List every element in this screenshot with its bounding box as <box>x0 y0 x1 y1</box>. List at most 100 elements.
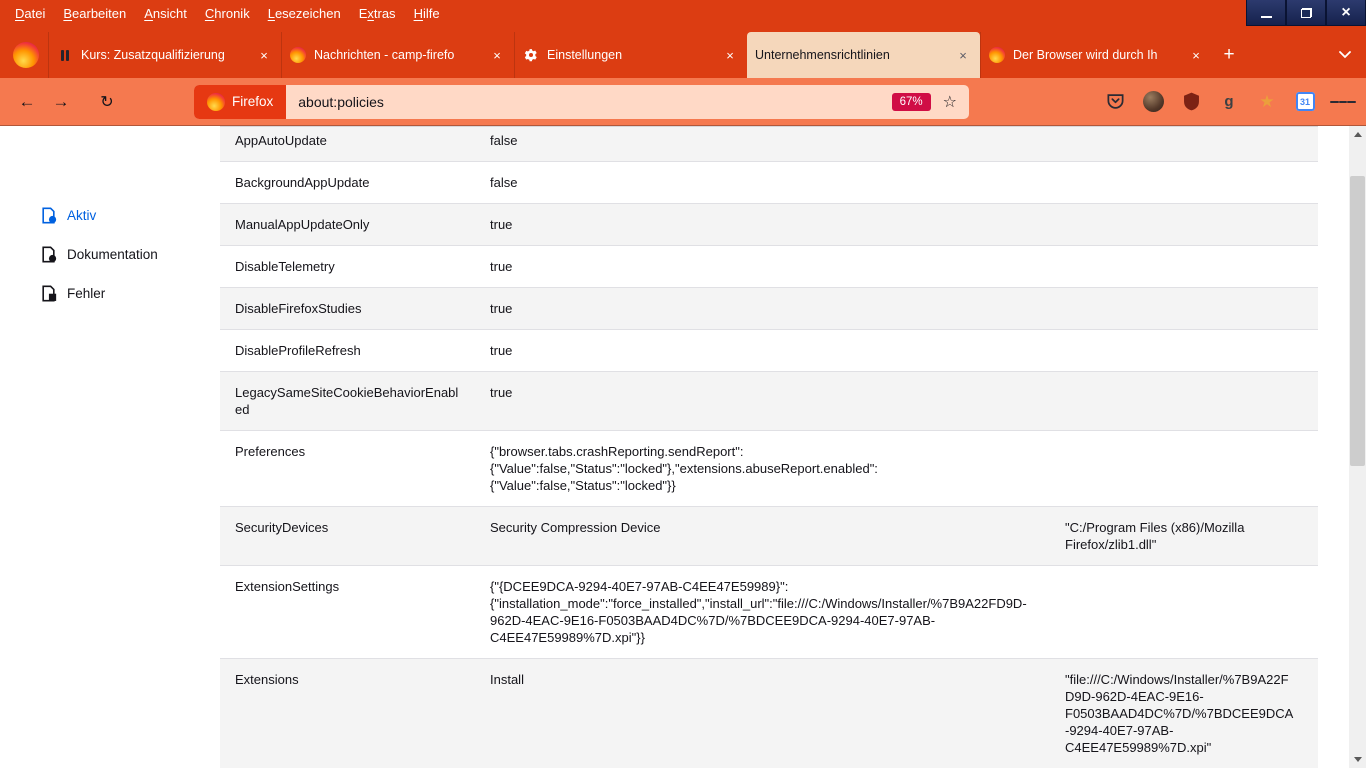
policy-name: Preferences <box>220 431 475 506</box>
new-tab-button[interactable]: + <box>1213 32 1245 78</box>
reload-button[interactable]: ↻ <box>90 85 124 119</box>
policy-row: BackgroundAppUpdate false <box>220 162 1318 204</box>
pocket-icon[interactable] <box>1102 89 1128 115</box>
tab-close-icon[interactable]: × <box>488 46 506 64</box>
scroll-up-button[interactable] <box>1349 126 1366 143</box>
firefox-logo-button[interactable] <box>4 32 48 78</box>
list-tabs-button[interactable] <box>1328 32 1362 78</box>
address-bar[interactable]: Firefox about:policies 67% ☆ <box>194 85 969 119</box>
policy-extra <box>1050 204 1318 245</box>
chevron-down-icon <box>1339 51 1351 59</box>
tab-browser-verwaltet[interactable]: Der Browser wird durch Ih × <box>980 32 1213 78</box>
bookmark-star-icon[interactable]: ☆ <box>943 92 957 112</box>
tab-close-icon[interactable]: × <box>721 46 739 64</box>
policy-row: LegacySameSiteCookieBehaviorEnabled true <box>220 372 1318 431</box>
policy-value: true <box>475 204 1050 245</box>
restore-button[interactable] <box>1286 0 1326 26</box>
policy-extra <box>1050 246 1318 287</box>
policy-value: {"browser.tabs.crashReporting.sendReport… <box>475 431 1050 506</box>
about-policies-page: Aktiv Dokumentation Fehler AppAutoUpdate… <box>0 126 1366 768</box>
scrollbar-thumb[interactable] <box>1350 176 1365 466</box>
sidebar-item-dokumentation[interactable]: Dokumentation <box>0 235 220 274</box>
firefox-icon <box>13 42 39 68</box>
scrollbar[interactable] <box>1349 126 1366 768</box>
menu-hilfe[interactable]: Hilfe <box>405 6 449 21</box>
back-button[interactable]: ← <box>10 85 44 119</box>
policy-row: DisableProfileRefresh true <box>220 330 1318 372</box>
policy-name: SecurityDevices <box>220 507 475 565</box>
menu-chronik[interactable]: Chronik <box>196 6 259 21</box>
profile-avatar[interactable] <box>1140 89 1166 115</box>
ublock-shield-icon[interactable] <box>1178 89 1204 115</box>
policy-value: {"{DCEE9DCA-9294-40E7-97AB-C4EE47E59989}… <box>475 566 1050 658</box>
active-policies-icon <box>40 207 57 224</box>
policy-extra <box>1050 162 1318 203</box>
policy-name: DisableTelemetry <box>220 246 475 287</box>
sidebar-item-label: Dokumentation <box>67 247 158 262</box>
policy-name: Extensions <box>220 659 475 768</box>
menu-datei[interactable]: Datei <box>6 6 54 21</box>
policies-main: AppAutoUpdate false BackgroundAppUpdate … <box>220 126 1318 768</box>
tab-label: Kurs: Zusatzqualifizierung <box>81 48 249 62</box>
sidebar-item-label: Aktiv <box>67 208 96 223</box>
firefox-icon <box>207 93 225 111</box>
errors-icon <box>40 285 57 302</box>
url-text[interactable]: about:policies <box>298 94 384 110</box>
policies-sidebar: Aktiv Dokumentation Fehler <box>0 126 220 768</box>
policy-value: true <box>475 288 1050 329</box>
tab-nachrichten[interactable]: Nachrichten - camp-firefo × <box>281 32 514 78</box>
policy-extra <box>1050 431 1318 506</box>
tab-kurs[interactable]: Kurs: Zusatzqualifizierung × <box>48 32 281 78</box>
zoom-indicator[interactable]: 67% <box>892 93 931 111</box>
tab-close-icon[interactable]: × <box>255 46 273 64</box>
minimize-icon <box>1261 16 1272 18</box>
policy-row: Preferences {"browser.tabs.crashReportin… <box>220 431 1318 507</box>
policy-name: AppAutoUpdate <box>220 127 475 161</box>
sidebar-item-aktiv[interactable]: Aktiv <box>0 196 220 235</box>
policies-table: AppAutoUpdate false BackgroundAppUpdate … <box>220 126 1318 768</box>
menu-lesezeichen[interactable]: Lesezeichen <box>259 6 350 21</box>
scroll-down-button[interactable] <box>1349 751 1366 768</box>
policy-extra <box>1050 288 1318 329</box>
close-button[interactable]: × <box>1326 0 1366 26</box>
sidebar-item-fehler[interactable]: Fehler <box>0 274 220 313</box>
minimize-button[interactable] <box>1246 0 1286 26</box>
policy-extra <box>1050 330 1318 371</box>
tab-einstellungen[interactable]: Einstellungen × <box>514 32 747 78</box>
scroll-up-icon <box>1354 132 1362 137</box>
tab-label: Einstellungen <box>547 48 715 62</box>
policy-value: false <box>475 162 1050 203</box>
menu-ansicht[interactable]: Ansicht <box>135 6 196 21</box>
policy-name: LegacySameSiteCookieBehaviorEnabled <box>220 372 475 430</box>
policy-value: true <box>475 330 1050 371</box>
policy-extra: "C:/Program Files (x86)/Mozilla Firefox/… <box>1050 507 1318 565</box>
forward-button[interactable]: → <box>44 85 78 119</box>
menu-extras[interactable]: Extras <box>350 6 405 21</box>
menu-bar: Datei Bearbeiten Ansicht Chronik Lesezei… <box>0 0 1366 26</box>
tab-bar: Kurs: Zusatzqualifizierung × Nachrichten… <box>0 26 1366 78</box>
menu-bearbeiten[interactable]: Bearbeiten <box>54 6 135 21</box>
firefox-window: Datei Bearbeiten Ansicht Chronik Lesezei… <box>0 0 1366 768</box>
firefox-chip[interactable]: Firefox <box>194 85 286 119</box>
close-icon: × <box>1341 5 1350 21</box>
tab-close-icon[interactable]: × <box>954 46 972 64</box>
policy-extra <box>1050 127 1318 161</box>
documentation-icon <box>40 246 57 263</box>
policy-name: BackgroundAppUpdate <box>220 162 475 203</box>
policy-row: Extensions Install "file:///C:/Windows/I… <box>220 659 1318 768</box>
scroll-down-icon <box>1354 757 1362 762</box>
tab-unternehmensrichtlinien[interactable]: Unternehmensrichtlinien × <box>747 32 980 78</box>
calendar-icon[interactable]: 31 <box>1292 89 1318 115</box>
hamburger-menu-icon[interactable] <box>1330 89 1356 115</box>
policy-row: AppAutoUpdate false <box>220 127 1318 162</box>
policy-value: Security Compression Device <box>475 507 1050 565</box>
kurs-favicon <box>57 47 73 63</box>
firefox-chip-label: Firefox <box>232 94 273 109</box>
tab-close-icon[interactable]: × <box>1187 46 1205 64</box>
policy-row: DisableTelemetry true <box>220 246 1318 288</box>
star-extension-icon[interactable]: ★ <box>1254 89 1280 115</box>
restore-icon <box>1301 8 1312 18</box>
policy-name: ManualAppUpdateOnly <box>220 204 475 245</box>
navigation-toolbar: ← → ↻ Firefox about:policies 67% ☆ g ★ 3… <box>0 78 1366 126</box>
google-g-icon[interactable]: g <box>1216 89 1242 115</box>
